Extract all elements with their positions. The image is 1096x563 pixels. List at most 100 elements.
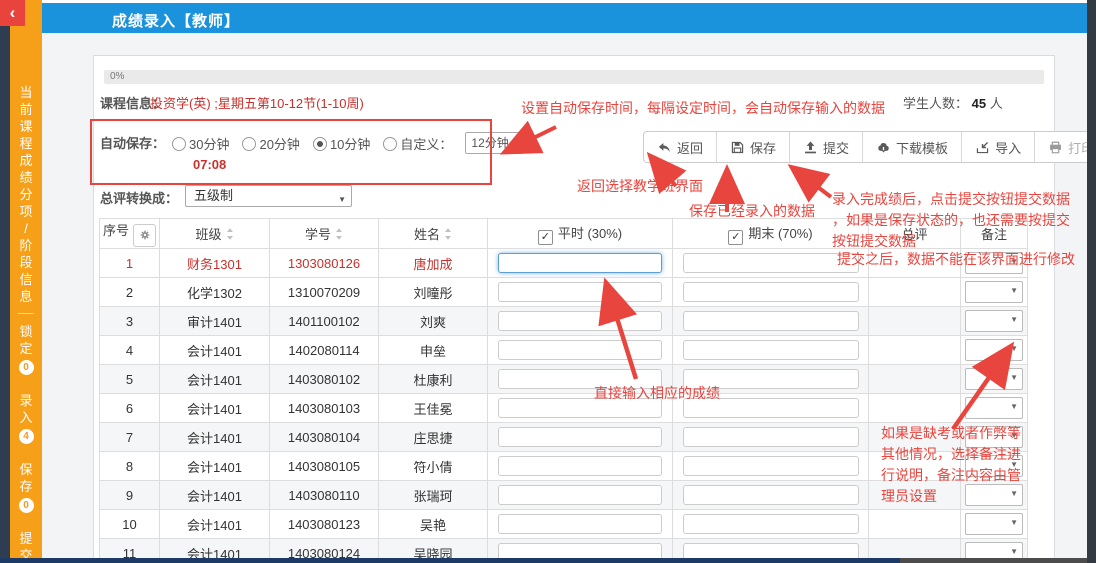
autosave-custom-select[interactable]: 12分钟▼ (465, 132, 523, 154)
usual-score-input[interactable] (498, 514, 662, 534)
usual-score-input[interactable] (498, 282, 662, 302)
cell-name: 庄思捷 (379, 423, 488, 452)
返回-button[interactable]: 返回 (644, 132, 716, 162)
student-count-label: 学生人数： (903, 96, 968, 111)
usual-score-input[interactable] (498, 340, 662, 360)
导入-button[interactable]: 导入 (961, 132, 1034, 162)
convert-select[interactable]: 五级制 ▼ (185, 185, 352, 207)
sidebar-title-char: 阶 (10, 237, 42, 254)
cell-class: 化学1302 (160, 278, 270, 307)
right-edge-strip (1087, 0, 1096, 563)
cell-final-score (673, 510, 869, 539)
cell-total-score (869, 365, 961, 394)
autosave-radio-30分钟[interactable]: 30分钟 (172, 134, 229, 153)
course-info-value: 投资学(英) ;星期五第10-12节(1-10周) (150, 93, 364, 112)
col-header-label: 班级 (195, 227, 221, 242)
sidebar-item-label-char: 锁 (10, 323, 42, 340)
annotation-input-tip: 直接输入相应的成绩 (594, 383, 720, 404)
final-score-input[interactable] (683, 485, 859, 505)
usual-score-input[interactable] (498, 311, 662, 331)
sort-arrows-icon[interactable] (226, 227, 234, 240)
remark-select[interactable]: ▼ (965, 513, 1023, 535)
student-count: 学生人数： 45 人 (903, 93, 1003, 112)
usual-score-input[interactable] (498, 456, 662, 476)
cell-class: 会计1401 (160, 510, 270, 539)
col-header-序号: 序号 (100, 219, 160, 249)
cell-total-score (869, 336, 961, 365)
remark-select[interactable]: ▼ (965, 281, 1023, 303)
sort-arrows-icon[interactable] (444, 227, 452, 240)
cell-name: 申垒 (379, 336, 488, 365)
button-label: 保存 (750, 138, 776, 157)
sidebar-item-保存[interactable]: 保存0 (10, 461, 42, 513)
cell-name: 王佳冕 (379, 394, 488, 423)
cell-class: 会计1401 (160, 336, 270, 365)
page-title: 成绩录入【教师】 (112, 10, 240, 31)
remark-select[interactable]: ▼ (965, 397, 1023, 419)
final-score-input[interactable] (683, 282, 859, 302)
cell-remark: ▼ (961, 365, 1028, 394)
col-header-平时 (30%): ✓平时 (30%) (488, 219, 673, 249)
autosave-radio-20分钟[interactable]: 20分钟 (242, 134, 299, 153)
cell-remark: ▼ (961, 336, 1028, 365)
cell-student-id: 1403080105 (270, 452, 379, 481)
radio-label: 自定义： (400, 137, 452, 152)
下载模板-button[interactable]: 下载模板 (862, 132, 961, 162)
sidebar-item-录入[interactable]: 录入4 (10, 392, 42, 444)
cell-class: 会计1401 (160, 394, 270, 423)
sidebar-item-锁定[interactable]: 锁定0 (10, 323, 42, 375)
remark-select[interactable]: ▼ (965, 368, 1023, 390)
提交-button[interactable]: 提交 (789, 132, 862, 162)
sidebar-title-char: 息 (10, 288, 42, 305)
remark-select[interactable]: ▼ (965, 310, 1023, 332)
caret-down-icon: ▼ (1010, 518, 1018, 527)
button-label: 导入 (995, 138, 1021, 157)
cell-index: 2 (100, 278, 160, 307)
button-label: 提交 (823, 138, 849, 157)
usual-score-input[interactable] (498, 485, 662, 505)
final-score-input[interactable] (683, 427, 859, 447)
final-score-input[interactable] (683, 340, 859, 360)
final-score-input[interactable] (683, 253, 859, 273)
cell-index: 1 (100, 249, 160, 278)
cell-index: 8 (100, 452, 160, 481)
sidebar-title-char: 前 (10, 101, 42, 118)
usual-score-input[interactable] (498, 427, 662, 447)
cell-usual-score (488, 336, 673, 365)
table-row: 5会计14011403080102杜康利▼ (100, 365, 1028, 394)
upload-icon (803, 140, 818, 155)
cell-total-score (869, 394, 961, 423)
cell-remark: ▼ (961, 278, 1028, 307)
保存-button[interactable]: 保存 (716, 132, 789, 162)
autosave-radio-自定义[interactable]: 自定义： (383, 134, 452, 153)
final-score-input[interactable] (683, 514, 859, 534)
sidebar-item-label-char: 存 (10, 478, 42, 495)
cell-final-score (673, 336, 869, 365)
radio-icon (172, 137, 186, 151)
cell-final-score (673, 423, 869, 452)
import-icon (975, 140, 990, 155)
radio-icon (383, 137, 397, 151)
final-score-input[interactable] (683, 311, 859, 331)
table-row: 10会计14011403080123吴艳▼ (100, 510, 1028, 539)
autosave-custom-value: 12分钟 (471, 136, 508, 150)
collapse-sidebar-button[interactable]: ‹ (0, 0, 25, 26)
cell-name: 刘爽 (379, 307, 488, 336)
sort-arrows-icon[interactable] (335, 227, 343, 240)
cell-usual-score (488, 278, 673, 307)
cell-student-id: 1401100102 (270, 307, 379, 336)
remark-select[interactable]: ▼ (965, 339, 1023, 361)
sidebar-item-label-char: 定 (10, 340, 42, 357)
check-icon[interactable]: ✓ (538, 230, 553, 245)
radio-label: 10分钟 (330, 137, 370, 152)
autosave-radio-10分钟[interactable]: 10分钟 (313, 134, 370, 153)
annotation-back-tip: 返回选择教学班界面 (577, 176, 703, 197)
cell-usual-score (488, 249, 673, 278)
check-icon[interactable]: ✓ (728, 230, 743, 245)
convert-select-value: 五级制 (194, 188, 233, 203)
gear-icon[interactable] (133, 224, 156, 247)
annotation-remark-tip: 如果是缺考或者作弊等 其他情况，选择备注进 行说明，备注内容由管 理员设置 (881, 423, 1021, 507)
final-score-input[interactable] (683, 456, 859, 476)
cell-name: 杜康利 (379, 365, 488, 394)
usual-score-input[interactable] (498, 253, 662, 273)
